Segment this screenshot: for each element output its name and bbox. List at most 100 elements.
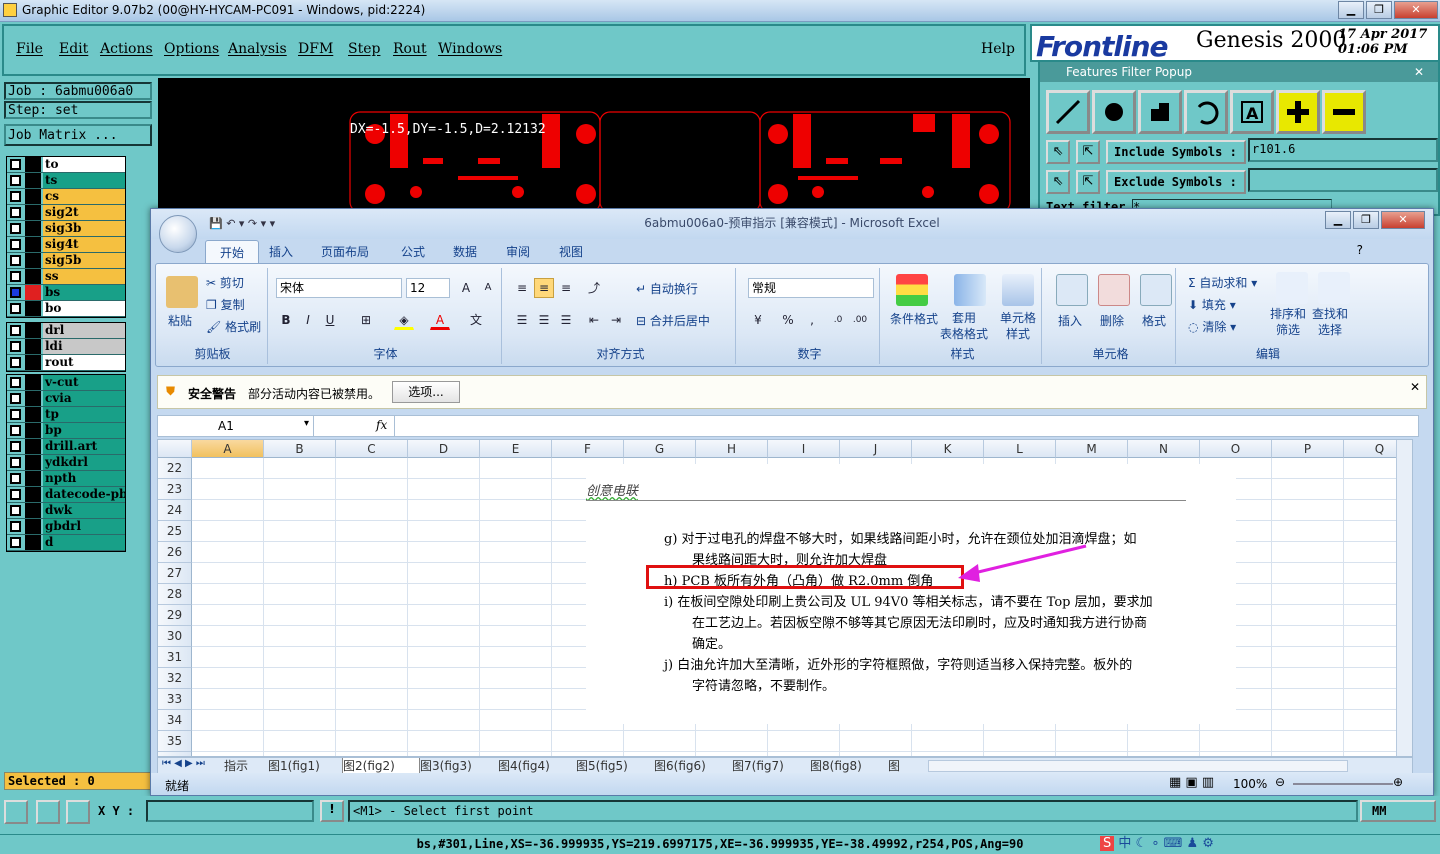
layer-row[interactable]: dwk [7,503,125,519]
row-header[interactable]: 28 [158,584,192,605]
layer-affected-toggle[interactable] [25,455,41,470]
layer-name[interactable]: datecode-pbe [43,487,125,502]
layer-checkbox[interactable] [10,341,21,352]
layer-checkbox[interactable] [10,489,21,500]
worksheet-grid[interactable]: ABCDEFGHIJKLMNOPQ 22 23 24 25 26 27 28 29 30 31 32… [157,439,1413,757]
arc-symbol-button[interactable] [1184,90,1228,134]
layer-affected-toggle[interactable] [25,471,41,486]
unit-select[interactable]: MM [1360,800,1436,822]
layer-row[interactable]: sig2t [7,205,125,221]
layer-checkbox[interactable] [10,239,21,250]
layer-name[interactable]: d [43,535,125,550]
merge-center-button[interactable]: ⊟ 合并后居中 [636,312,710,329]
increase-decimal-icon[interactable]: .0 [828,310,848,330]
column-header[interactable]: F [552,440,624,458]
number-format-select[interactable]: 常规 [748,278,874,298]
menu-dfm[interactable]: DFM [298,41,333,57]
layer-row[interactable]: bo [7,301,125,317]
job-matrix-button[interactable]: Job Matrix ... [4,124,152,146]
currency-icon[interactable]: ¥ [748,310,768,330]
quick-access-toolbar[interactable]: 💾 ↶ ▾ ↷ ▾ ▾ [209,217,275,230]
layer-affected-toggle[interactable] [25,253,41,268]
excel-close-button[interactable]: ✕ [1381,211,1425,229]
layer-row[interactable]: d [7,535,125,551]
font-size-select[interactable]: 12 [406,278,450,298]
layer-row[interactable]: v-cut [7,375,125,391]
layer-affected-toggle[interactable] [25,439,41,454]
help-icon[interactable]: ? [1357,243,1363,257]
layer-affected-toggle[interactable] [25,503,41,518]
layer-checkbox[interactable] [10,357,21,368]
layer-name[interactable]: cvia [43,391,125,406]
layer-affected-toggle[interactable] [25,487,41,502]
layer-name[interactable]: to [43,157,125,172]
layer-affected-toggle[interactable] [25,269,41,284]
select-all-corner[interactable] [158,440,192,458]
layer-row[interactable]: cvia [7,391,125,407]
layer-row[interactable]: ldi [7,339,125,355]
excel-restore-button[interactable]: ❐ [1353,211,1379,229]
decrease-decimal-icon[interactable]: .00 [850,310,870,330]
row-header[interactable]: 33 [158,689,192,710]
tab-insert[interactable]: 插入 [269,243,293,260]
column-header[interactable]: O [1200,440,1272,458]
layer-name[interactable]: ss [43,269,125,284]
column-header[interactable]: N [1128,440,1200,458]
menu-analysis[interactable]: Analysis [228,41,287,57]
row-header[interactable]: 31 [158,647,192,668]
align-bottom-icon[interactable]: ≡ [556,278,576,298]
layer-affected-toggle[interactable] [25,221,41,236]
percent-icon[interactable]: % [778,310,798,330]
layer-row[interactable]: sig3b [7,221,125,237]
layer-checkbox[interactable] [10,457,21,468]
row-header[interactable]: 23 [158,479,192,500]
layer-checkbox[interactable] [10,255,21,266]
layer-row[interactable]: tp [7,407,125,423]
layer-row[interactable]: rout [7,355,125,371]
ffp-close-icon[interactable]: ✕ [1414,62,1424,82]
zoom-in-icon[interactable]: ⊕ [1393,775,1403,789]
layer-row[interactable]: ss [7,269,125,285]
alert-icon[interactable]: ! [320,800,344,822]
row-header[interactable]: 34 [158,710,192,731]
column-header[interactable]: I [768,440,840,458]
menu-rout[interactable]: Rout [393,41,427,57]
column-header[interactable]: H [696,440,768,458]
layer-affected-toggle[interactable] [25,189,41,204]
paste-button[interactable]: 粘贴 [168,312,192,329]
layer-name[interactable]: bs [43,285,125,300]
layer-affected-toggle[interactable] [25,237,41,252]
orientation-icon[interactable]: ⤴ [584,278,604,298]
decrease-indent-icon[interactable]: ⇤ [584,310,604,330]
layer-checkbox[interactable] [10,393,21,404]
tab-formulas[interactable]: 公式 [401,243,425,260]
layer-name[interactable]: v-cut [43,375,125,390]
zoom-out-icon[interactable]: ⊖ [1275,775,1285,789]
format-painter-button[interactable]: 🖌 格式刷 [206,318,261,335]
security-options-button[interactable]: 选项... [392,381,460,403]
font-name-select[interactable]: 宋体 [276,278,402,298]
row-header[interactable]: 35 [158,731,192,752]
menu-windows[interactable]: Windows [438,41,502,57]
layer-name[interactable]: ts [43,173,125,188]
column-header[interactable]: G [624,440,696,458]
align-center-icon[interactable]: ☰ [534,310,554,330]
layer-affected-toggle[interactable] [25,423,41,438]
menu-help[interactable]: Help [981,41,1015,57]
layer-checkbox[interactable] [10,287,21,298]
row-header[interactable]: 30 [158,626,192,647]
font-color-icon[interactable]: A [430,310,450,330]
menu-edit[interactable]: Edit [59,41,88,57]
italic-icon[interactable]: I [298,310,318,330]
column-header[interactable]: J [840,440,912,458]
tab-view[interactable]: 视图 [559,243,583,260]
layer-affected-toggle[interactable] [25,339,41,354]
insert-cells-icon[interactable] [1056,274,1088,306]
layer-checkbox[interactable] [10,409,21,420]
layer-checkbox[interactable] [10,537,21,548]
increase-indent-icon[interactable]: ⇥ [606,310,626,330]
insert-cells-button[interactable]: 插入 [1058,312,1082,329]
row-header[interactable]: 29 [158,605,192,626]
layer-checkbox[interactable] [10,191,21,202]
find-select-icon[interactable] [1318,272,1350,304]
